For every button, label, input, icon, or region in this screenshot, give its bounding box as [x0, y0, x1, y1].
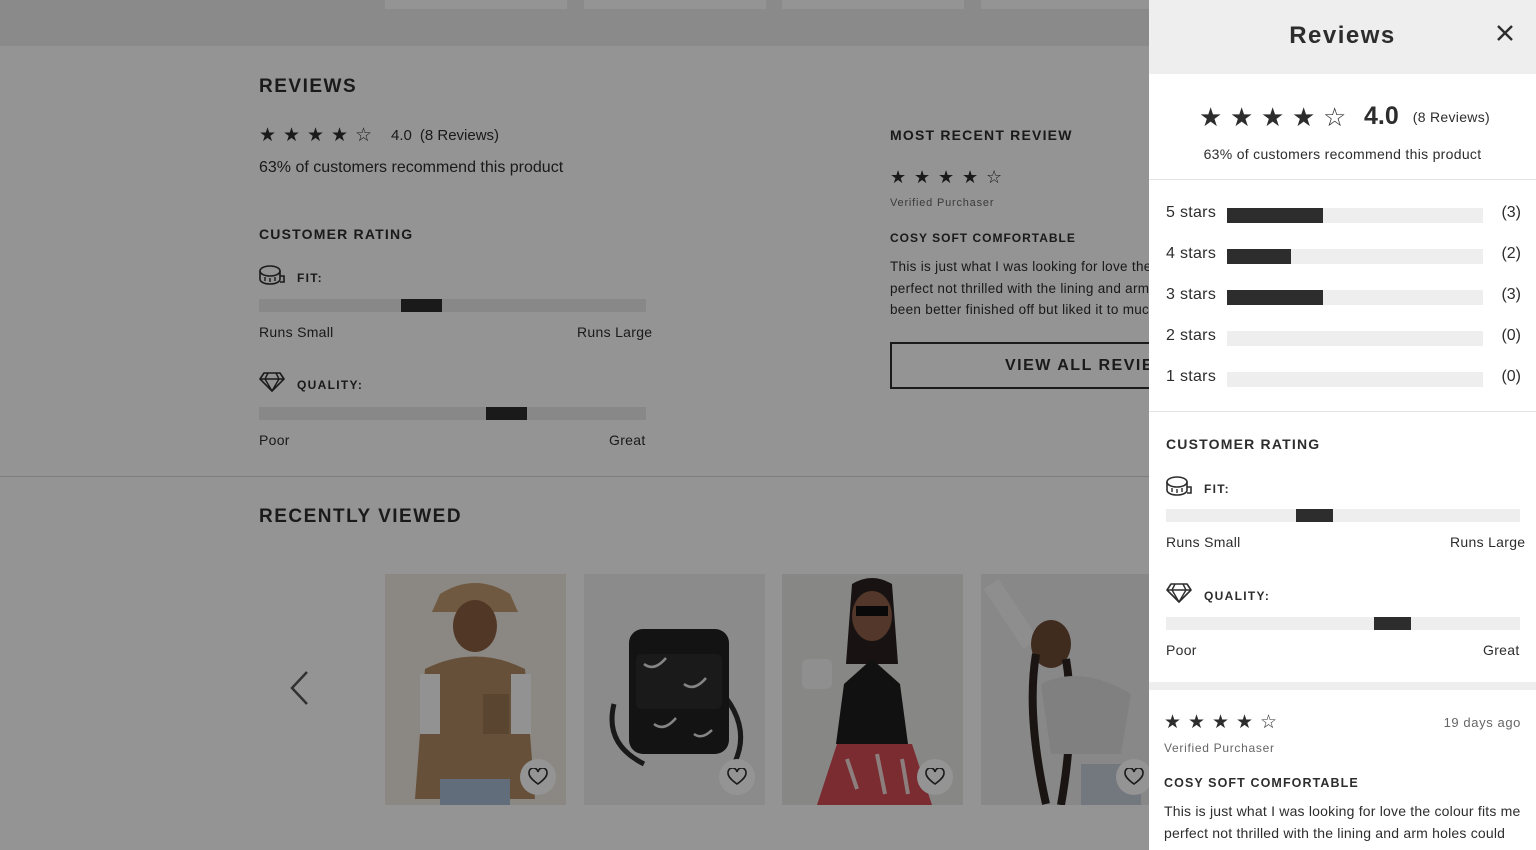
histogram-label: 4 stars	[1166, 245, 1217, 262]
average-rating: 4.0	[1364, 102, 1399, 130]
star-outline-icon: ☆	[1323, 101, 1347, 132]
star-filled-icon: ★	[1199, 101, 1223, 132]
quality-scale-marker	[1373, 617, 1412, 630]
fit-scale-min: Runs Small	[1166, 534, 1241, 550]
divider	[1149, 179, 1536, 180]
diamond-icon	[1166, 583, 1192, 608]
quality-attribute: QUALITY:	[1166, 583, 1270, 608]
star-filled-icon: ★	[1212, 712, 1230, 733]
histogram-row[interactable]: 1 stars (0)	[1166, 368, 1521, 388]
star-filled-icon: ★	[1188, 712, 1206, 733]
review-stars: ★ ★ ★ ★ ☆	[1164, 713, 1284, 732]
fit-attribute: FIT:	[1166, 475, 1230, 502]
histogram-track	[1227, 208, 1483, 223]
review-age: 19 days ago	[1443, 715, 1521, 730]
drawer-rating-summary: ★ ★ ★ ★ ☆ 4.0 (8 Reviews)	[1199, 102, 1490, 131]
fit-label: FIT:	[1204, 481, 1230, 496]
section-separator	[1149, 682, 1536, 690]
quality-scale-max: Great	[1483, 642, 1520, 658]
histogram-row[interactable]: 4 stars (2)	[1166, 245, 1521, 265]
histogram-track	[1227, 290, 1483, 305]
star-filled-icon: ★	[1236, 712, 1254, 733]
histogram-count: (2)	[1501, 245, 1521, 262]
review-count: (8 Reviews)	[1412, 108, 1490, 125]
review-headline: COSY SOFT COMFORTABLE	[1164, 776, 1359, 790]
fit-scale-max: Runs Large	[1450, 534, 1526, 550]
drawer-header: Reviews	[1149, 0, 1536, 74]
star-filled-icon: ★	[1230, 101, 1254, 132]
histogram-row[interactable]: 5 stars (3)	[1166, 204, 1521, 224]
histogram-row[interactable]: 2 stars (0)	[1166, 327, 1521, 347]
quality-scale-min: Poor	[1166, 642, 1197, 658]
histogram-count: (3)	[1501, 286, 1521, 303]
review-body: This is just what I was looking for love…	[1164, 803, 1521, 841]
fit-scale-marker	[1296, 509, 1334, 522]
divider	[1149, 411, 1536, 412]
histogram-track	[1227, 331, 1483, 346]
histogram-track	[1227, 249, 1483, 264]
star-filled-icon: ★	[1292, 101, 1316, 132]
fit-scale-track	[1166, 509, 1520, 522]
quality-label: QUALITY:	[1204, 588, 1271, 603]
close-icon[interactable]	[1493, 21, 1517, 45]
histogram-label: 5 stars	[1166, 204, 1217, 221]
histogram-row[interactable]: 3 stars (3)	[1166, 286, 1521, 306]
reviews-drawer: Reviews ★ ★ ★ ★ ☆ 4.0 (8 Reviews) 63% of cus…	[1149, 0, 1536, 850]
customer-rating-title: CUSTOMER RATING	[1166, 436, 1321, 452]
tape-measure-icon	[1166, 475, 1192, 502]
histogram-label: 2 stars	[1166, 327, 1217, 344]
histogram-fill	[1227, 208, 1323, 223]
star-rating: ★ ★ ★ ★ ☆	[1199, 104, 1354, 130]
star-outline-icon: ☆	[1260, 712, 1278, 733]
quality-scale-track	[1166, 617, 1520, 630]
histogram-count: (0)	[1501, 327, 1521, 344]
star-filled-icon: ★	[1164, 712, 1182, 733]
histogram-track	[1227, 372, 1483, 387]
histogram-count: (3)	[1501, 204, 1521, 221]
histogram-fill	[1227, 249, 1291, 264]
histogram-count: (0)	[1501, 368, 1521, 385]
histogram-label: 3 stars	[1166, 286, 1217, 303]
recommend-text: 63% of customers recommend this product	[1203, 146, 1482, 162]
histogram-fill	[1227, 290, 1323, 305]
drawer-title: Reviews	[1289, 22, 1396, 49]
star-filled-icon: ★	[1261, 101, 1285, 132]
histogram-label: 1 stars	[1166, 368, 1217, 385]
verified-purchaser: Verified Purchaser	[1164, 741, 1275, 755]
